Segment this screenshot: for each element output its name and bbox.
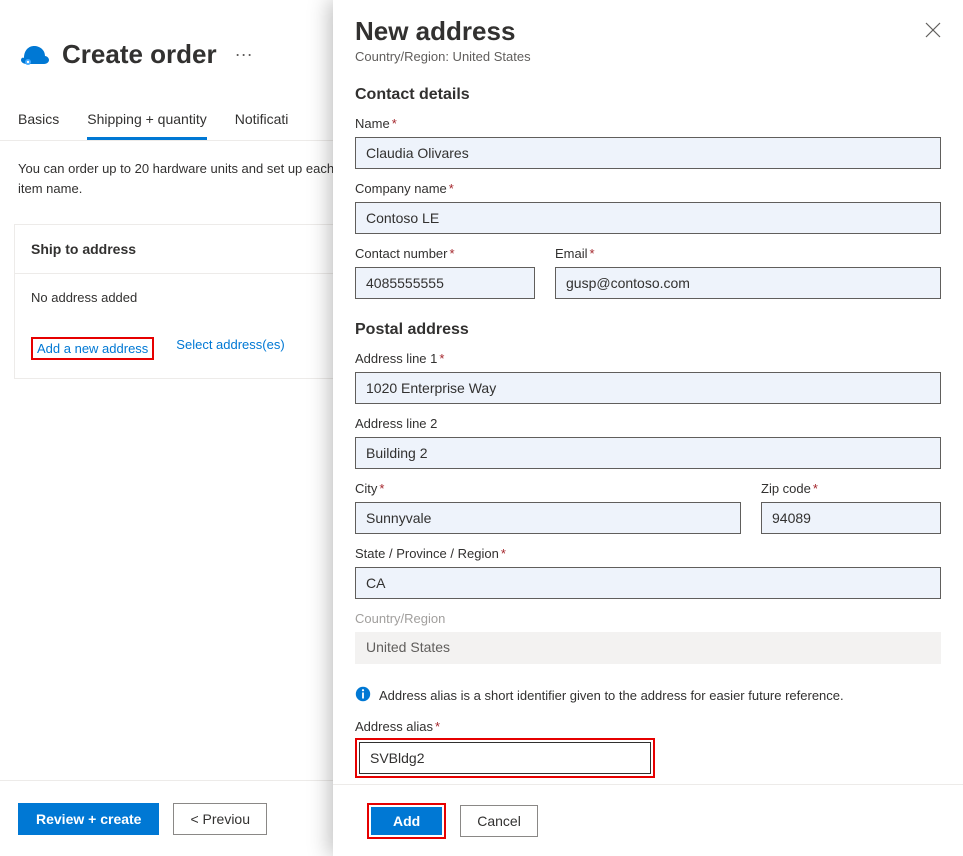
info-icon: [355, 686, 371, 705]
tab-shipping-quantity[interactable]: Shipping + quantity: [87, 111, 206, 140]
label-zip-text: Zip code: [761, 481, 811, 496]
label-email-text: Email: [555, 246, 588, 261]
azure-logo-icon: [18, 36, 50, 73]
label-state-text: State / Province / Region: [355, 546, 499, 561]
tab-notifications[interactable]: Notificati: [235, 111, 289, 140]
label-contact-number-text: Contact number: [355, 246, 448, 261]
review-create-button[interactable]: Review + create: [18, 803, 159, 835]
required-mark: *: [390, 116, 397, 131]
state-field[interactable]: [355, 567, 941, 599]
required-mark: *: [437, 351, 444, 366]
label-alias: Address alias*: [355, 719, 941, 734]
required-mark: *: [448, 246, 455, 261]
required-mark: *: [447, 181, 454, 196]
alias-field[interactable]: [359, 742, 651, 774]
label-alias-text: Address alias: [355, 719, 433, 734]
label-addr1: Address line 1*: [355, 351, 941, 366]
country-field: United States: [355, 632, 941, 664]
alias-info-row: Address alias is a short identifier give…: [355, 686, 941, 705]
add-button-highlight: Add: [367, 803, 446, 839]
email-field[interactable]: [555, 267, 941, 299]
required-mark: *: [377, 481, 384, 496]
required-mark: *: [588, 246, 595, 261]
more-menu-button[interactable]: ···: [229, 44, 259, 65]
required-mark: *: [499, 546, 506, 561]
contact-number-field[interactable]: [355, 267, 535, 299]
address-line-1-field[interactable]: [355, 372, 941, 404]
label-state: State / Province / Region*: [355, 546, 941, 561]
page-title: Create order: [62, 39, 217, 70]
label-addr1-text: Address line 1: [355, 351, 437, 366]
zip-field[interactable]: [761, 502, 941, 534]
company-field[interactable]: [355, 202, 941, 234]
add-new-address-link[interactable]: Add a new address: [37, 341, 148, 356]
address-line-2-field[interactable]: [355, 437, 941, 469]
cancel-button[interactable]: Cancel: [460, 805, 538, 837]
add-new-address-highlight: Add a new address: [31, 337, 154, 360]
alias-info-text: Address alias is a short identifier give…: [379, 688, 844, 703]
panel-footer: Add Cancel: [333, 784, 963, 856]
label-city: City*: [355, 481, 741, 496]
new-address-panel: New address Country/Region: United State…: [333, 0, 963, 856]
add-button[interactable]: Add: [371, 807, 442, 835]
alias-field-highlight: [355, 738, 655, 778]
panel-subtitle: Country/Region: United States: [355, 49, 531, 64]
label-company-text: Company name: [355, 181, 447, 196]
section-contact-details: Contact details: [355, 86, 941, 104]
label-addr2: Address line 2: [355, 416, 941, 431]
label-contact-number: Contact number*: [355, 246, 535, 261]
select-addresses-link[interactable]: Select address(es): [176, 337, 284, 360]
label-company: Company name*: [355, 181, 941, 196]
label-name: Name*: [355, 116, 941, 131]
tab-basics[interactable]: Basics: [18, 111, 59, 140]
section-postal-address: Postal address: [355, 321, 941, 339]
label-email: Email*: [555, 246, 941, 261]
label-city-text: City: [355, 481, 377, 496]
label-country: Country/Region: [355, 611, 941, 626]
city-field[interactable]: [355, 502, 741, 534]
panel-title: New address: [355, 16, 531, 47]
required-mark: *: [433, 719, 440, 734]
required-mark: *: [811, 481, 818, 496]
label-name-text: Name: [355, 116, 390, 131]
close-icon[interactable]: [925, 22, 941, 38]
name-field[interactable]: [355, 137, 941, 169]
label-zip: Zip code*: [761, 481, 941, 496]
previous-button[interactable]: < Previou: [173, 803, 267, 835]
